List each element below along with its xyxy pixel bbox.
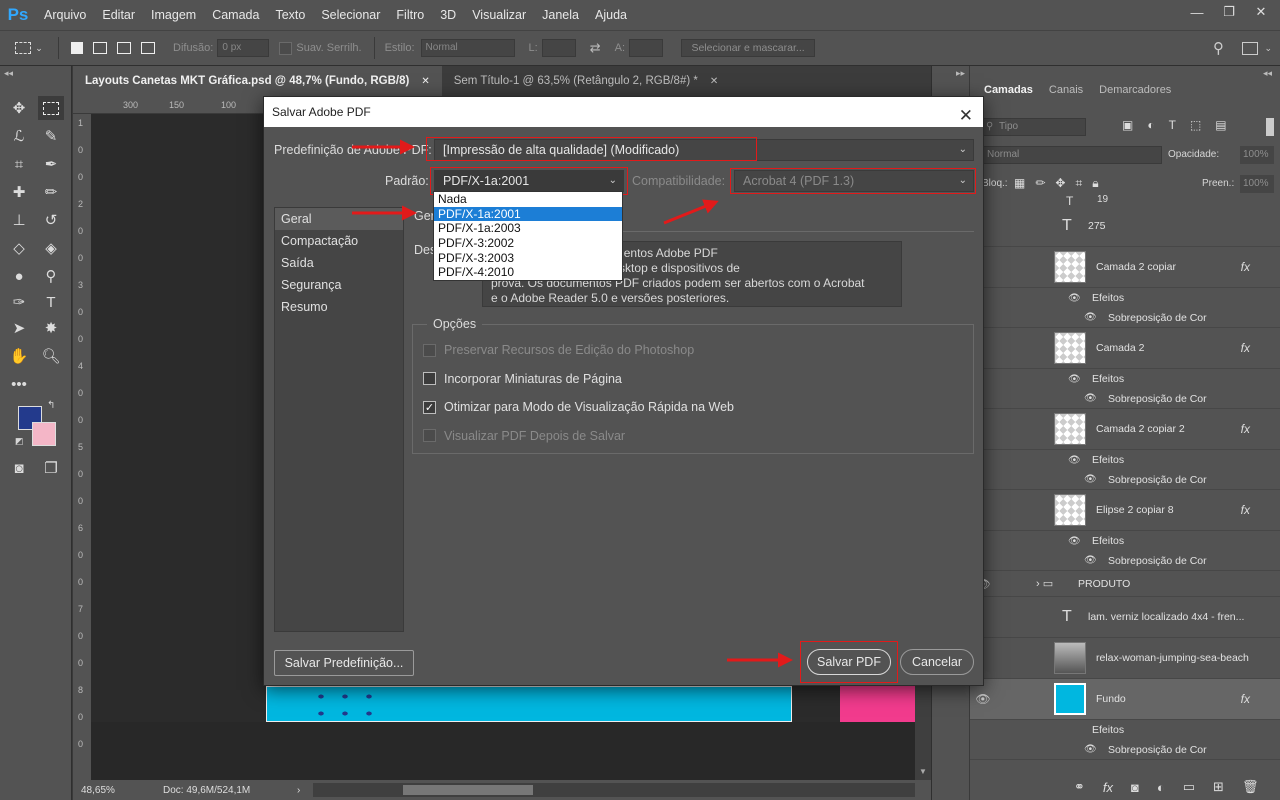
arrow-to-compat [663, 199, 719, 225]
annotation-arrows [352, 139, 793, 668]
